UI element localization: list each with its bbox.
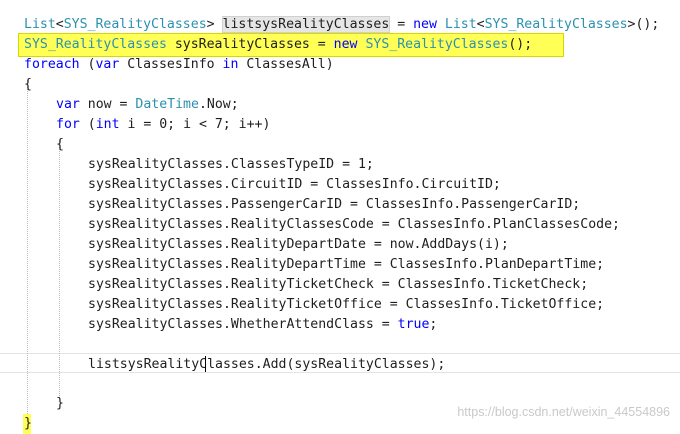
code-line[interactable]: var now = DateTime.Now; (56, 95, 239, 115)
code-token: ClassesInfo (119, 57, 223, 72)
code-editor[interactable]: List<SYS_RealityClasses> listsysRealityC… (0, 0, 680, 434)
code-line[interactable]: sysRealityClasses.PassengerCarID = Class… (88, 195, 580, 215)
code-token: i = 0; i < 7; i++) (119, 117, 271, 132)
code-token: sysRealityClasses.ClassesTypeID = 1; (88, 157, 374, 172)
type-token: SYS_RealityClasses (484, 17, 628, 32)
code-line[interactable]: } (56, 394, 64, 414)
code-line[interactable]: sysRealityClasses.RealityDepartDate = no… (88, 235, 509, 255)
code-line[interactable]: sysRealityClasses.CircuitID = ClassesInf… (88, 175, 501, 195)
code-line[interactable]: foreach (var ClassesInfo in ClassesAll) (24, 55, 334, 75)
code-token: sysRealityClasses.PassengerCarID = Class… (88, 197, 581, 212)
type-token: List (444, 17, 477, 32)
code-token: ClassesAll) (238, 57, 334, 72)
code-token: sysRealityClasses.RealityDepartDate = no… (88, 237, 509, 252)
code-token: < (55, 17, 64, 32)
close-brace: } (24, 416, 32, 431)
type-token: SYS_RealityClasses (63, 17, 207, 32)
keyword-token: var (56, 97, 80, 112)
keyword-token: foreach (24, 57, 80, 72)
code-token: sysRealityClasses.RealityClassesCode = C… (88, 217, 620, 232)
keyword-token: true (397, 317, 430, 332)
code-token: sysRealityClasses.WhetherAttendClass = (88, 317, 398, 332)
code-token: ( (79, 117, 96, 132)
code-line[interactable]: sysRealityClasses.RealityClassesCode = C… (88, 215, 620, 235)
code-token: = (389, 17, 414, 32)
code-line[interactable]: { (56, 135, 64, 155)
indent-guide (27, 80, 28, 418)
keyword-token: new (333, 37, 358, 52)
watermark: https://blog.csdn.net/weixin_44554896 (457, 405, 670, 419)
code-line[interactable]: SYS_RealityClasses sysRealityClasses = n… (24, 35, 532, 55)
code-token: now = (79, 97, 136, 112)
code-line[interactable]: for (int i = 0; i < 7; i++) (56, 115, 270, 135)
code-token: sysRealityClasses.CircuitID = ClassesInf… (88, 177, 501, 192)
type-token: List (24, 17, 56, 32)
code-token: sysRealityClasses.RealityTicketCheck = C… (88, 277, 589, 292)
type-token: SYS_RealityClasses (24, 37, 167, 52)
type-token: DateTime (135, 97, 199, 112)
code-line[interactable]: sysRealityClasses.RealityDepartTime = Cl… (88, 255, 604, 275)
keyword-token: var (95, 57, 120, 72)
code-line[interactable]: sysRealityClasses.RealityTicketCheck = C… (88, 275, 588, 295)
code-token: (); (508, 37, 533, 52)
keyword-token: int (95, 117, 120, 132)
code-token: .Now; (198, 97, 239, 112)
code-token: < (476, 17, 485, 32)
code-token: sysRealityClasses.RealityTicketOffice = … (88, 297, 605, 312)
code-line[interactable]: } (24, 414, 32, 434)
code-token: > (206, 17, 215, 32)
code-token: ( (79, 57, 96, 72)
keyword-token: for (56, 117, 80, 132)
code-line[interactable]: sysRealityClasses.RealityTicketOffice = … (88, 295, 604, 315)
close-brace: } (56, 396, 64, 411)
open-brace: { (56, 137, 64, 152)
keyword-token: new (413, 17, 437, 32)
keyword-token: in (222, 57, 239, 72)
code-line[interactable]: sysRealityClasses.ClassesTypeID = 1; (88, 155, 374, 175)
indent-guide (59, 140, 60, 398)
code-token: sysRealityClasses = (166, 37, 334, 52)
type-token: SYS_RealityClasses (365, 37, 509, 52)
code-token: listsysRealityClasses.Add(sysRealityClas… (88, 357, 446, 372)
code-line[interactable]: List<SYS_RealityClasses> listsysRealityC… (24, 15, 659, 35)
code-token: >(); (627, 17, 660, 32)
open-brace: { (24, 77, 32, 92)
code-token: ; (429, 317, 438, 332)
code-line[interactable]: listsysRealityClasses.Add(sysRealityClas… (88, 355, 445, 375)
text-caret (205, 356, 206, 372)
code-line[interactable]: sysRealityClasses.WhetherAttendClass = t… (88, 315, 437, 335)
code-line[interactable]: { (24, 75, 32, 95)
reference-highlight: listsysRealityClasses (221, 16, 391, 33)
code-token: sysRealityClasses.RealityDepartTime = Cl… (88, 257, 605, 272)
